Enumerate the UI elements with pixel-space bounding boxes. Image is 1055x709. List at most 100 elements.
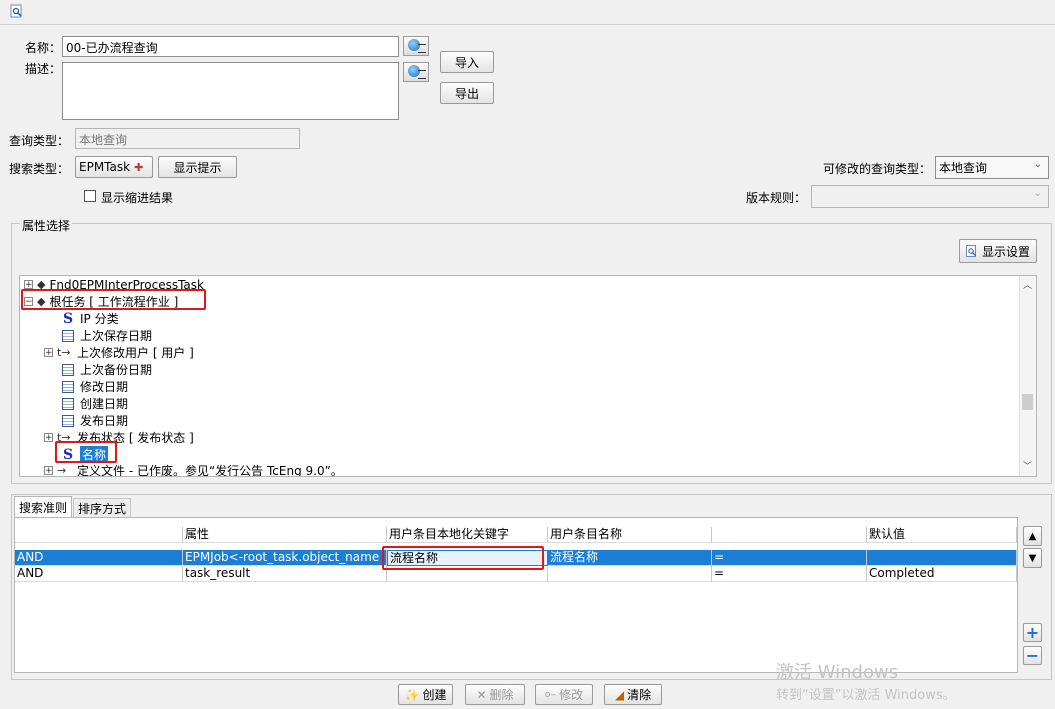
col-header-operator (712, 527, 867, 543)
row-cell-entry-name[interactable] (548, 566, 712, 582)
diamond-ref-icon: ◆ (37, 278, 46, 291)
col-header-attribute: 属性 (183, 527, 387, 543)
search-type-button[interactable]: EPMTask ✚ (75, 156, 153, 178)
localize-name-button[interactable] (403, 36, 429, 56)
clear-button[interactable]: ◢ 清除 (604, 684, 662, 705)
tree-node-name[interactable]: S 名称 (60, 446, 109, 463)
tree-node-last-saved[interactable]: 上次保存日期 (62, 327, 152, 344)
row-cell-entry-name[interactable]: 流程名称 (548, 550, 712, 566)
row-cell-operator[interactable]: = (712, 550, 867, 566)
minus-icon: − (1025, 646, 1040, 665)
tree-node-release-date[interactable]: 发布日期 (62, 412, 128, 429)
picker-icon: ✚ (134, 160, 144, 174)
modifiable-query-type-label: 可修改的查询类型： (823, 162, 932, 176)
row-cell-attribute[interactable]: task_result (183, 566, 387, 582)
remove-row-button[interactable]: − (1023, 646, 1042, 665)
attribute-tree[interactable]: + ◆ Fnd0EPMInterProcessTask − ◆ 根任务 [ 工作流程作业… (19, 275, 1037, 477)
delete-x-icon: ✕ (476, 687, 487, 702)
expand-icon[interactable]: + (44, 466, 53, 476)
indent-checkbox-label: 显示缩进结果 (101, 191, 174, 205)
show-hint-button[interactable]: 显示提示 (158, 156, 237, 178)
row-cell-localized-key[interactable] (387, 566, 548, 582)
row-cell-conj[interactable]: AND (15, 550, 183, 566)
criteria-table: 属性 用户条目本地化关键字 用户条目名称 默认值 AND EPMJob<-roo… (14, 517, 1018, 673)
name-input[interactable]: 00-已办流程查询 (62, 36, 399, 57)
activation-watermark-title: 激活 Windows (776, 662, 899, 683)
chevron-down-icon: ⌄ (1033, 159, 1042, 170)
tree-node-last-mod-user[interactable]: + t→ 上次修改用户 [ 用户 ] (44, 344, 194, 361)
modify-button[interactable]: o‒ 修改 (535, 684, 593, 705)
query-type-field: 本地查询 (75, 128, 300, 149)
add-row-button[interactable]: + (1023, 623, 1042, 642)
expand-icon[interactable]: + (24, 280, 33, 290)
modifiable-query-type-select[interactable]: 本地查询 ⌄ (935, 156, 1049, 179)
row-cell-default[interactable] (867, 550, 1017, 566)
display-settings-button[interactable]: 显示设置 (959, 239, 1037, 263)
tab-sort-order[interactable]: 排序方式 (73, 498, 131, 517)
calendar-icon (62, 414, 74, 427)
version-rule-select: ⌄ (811, 185, 1049, 208)
row-cell-conj[interactable]: AND (15, 566, 183, 582)
tree-node-release-status[interactable]: + t→ 发布状态 [ 发布状态 ] (44, 429, 194, 446)
tab-search-criteria[interactable]: 搜索准则 (14, 496, 72, 517)
delete-button[interactable]: ✕ 删除 (465, 684, 525, 705)
search-icon (965, 245, 976, 257)
reference-arrow-icon: t→ (57, 431, 71, 444)
triangle-up-icon: ▲ (1028, 530, 1037, 542)
string-icon: S (62, 310, 74, 327)
description-label: 描述： (25, 62, 62, 76)
import-button[interactable]: 导入 (440, 51, 494, 73)
row-cell-localized-key[interactable]: 流程名称 (387, 550, 548, 566)
chevron-down-icon: ⌄ (1033, 188, 1042, 199)
name-label: 名称： (25, 41, 62, 55)
query-type-label: 查询类型： (9, 134, 70, 148)
col-header-localized-key: 用户条目本地化关键字 (387, 527, 548, 543)
export-button[interactable]: 导出 (440, 82, 494, 104)
expand-icon[interactable]: + (44, 433, 53, 443)
tree-node-ip-class[interactable]: S IP 分类 (60, 310, 119, 327)
search-type-label: 搜索类型： (9, 162, 70, 176)
col-header-default: 默认值 (867, 527, 1017, 543)
attribute-selection-title: 属性选择 (20, 217, 73, 234)
move-up-button[interactable]: ▲ (1023, 526, 1042, 546)
key-icon: o‒ (544, 689, 557, 700)
triangle-down-icon: ▼ (1028, 552, 1037, 564)
calendar-icon (62, 397, 74, 410)
tree-node-last-backup[interactable]: 上次备份日期 (62, 361, 152, 378)
collapse-icon[interactable]: − (24, 297, 33, 307)
tree-node-created-date[interactable]: 创建日期 (62, 395, 128, 412)
row-cell-operator[interactable]: = (712, 566, 867, 582)
move-down-button[interactable]: ▼ (1023, 548, 1042, 568)
scroll-down-icon[interactable]: ﹀ (1023, 459, 1032, 472)
eraser-icon: ◢ (614, 687, 625, 702)
calendar-icon (62, 380, 74, 393)
tree-node-modified-date[interactable]: 修改日期 (62, 378, 128, 395)
tree-node-fnd0[interactable]: + ◆ Fnd0EPMInterProcessTask (24, 276, 204, 293)
tree-node-def-file[interactable]: + → 定义文件 - 已作废。参见“发行公告 TcEng 9.0”。 (44, 462, 343, 477)
calendar-icon (62, 363, 74, 376)
col-header-entry-name: 用户条目名称 (548, 527, 712, 543)
create-button[interactable]: ✨ 创建 (398, 684, 453, 705)
scroll-up-icon[interactable]: ︿ (1023, 278, 1032, 291)
string-icon: S (62, 446, 74, 463)
tree-node-root-task[interactable]: − ◆ 根任务 [ 工作流程作业 ] (24, 293, 178, 310)
plus-icon: + (1025, 623, 1040, 642)
localize-description-button[interactable] (403, 62, 429, 82)
search-type-value: EPMTask (79, 160, 131, 174)
scroll-thumb[interactable] (1022, 394, 1033, 410)
calendar-icon (62, 329, 74, 342)
diamond-ref-icon: ◆ (37, 295, 46, 308)
reference-arrow-icon: → (57, 464, 67, 477)
tree-scrollbar[interactable]: ︿ ﹀ (1019, 276, 1036, 476)
col-header-op (15, 527, 183, 543)
search-icon[interactable] (10, 4, 24, 18)
version-rule-label: 版本规则： (746, 191, 807, 205)
expand-icon[interactable]: + (44, 348, 53, 358)
indent-checkbox[interactable] (84, 190, 96, 202)
row-cell-attribute[interactable]: EPMJob<-root_task.object_name (183, 550, 387, 566)
activation-watermark-subtitle: 转到“设置”以激活 Windows。 (776, 688, 956, 703)
sparkle-icon: ✨ (404, 687, 420, 702)
row-cell-default[interactable]: Completed (867, 566, 1017, 582)
reference-arrow-icon: t→ (57, 346, 71, 359)
description-input[interactable] (62, 62, 399, 120)
